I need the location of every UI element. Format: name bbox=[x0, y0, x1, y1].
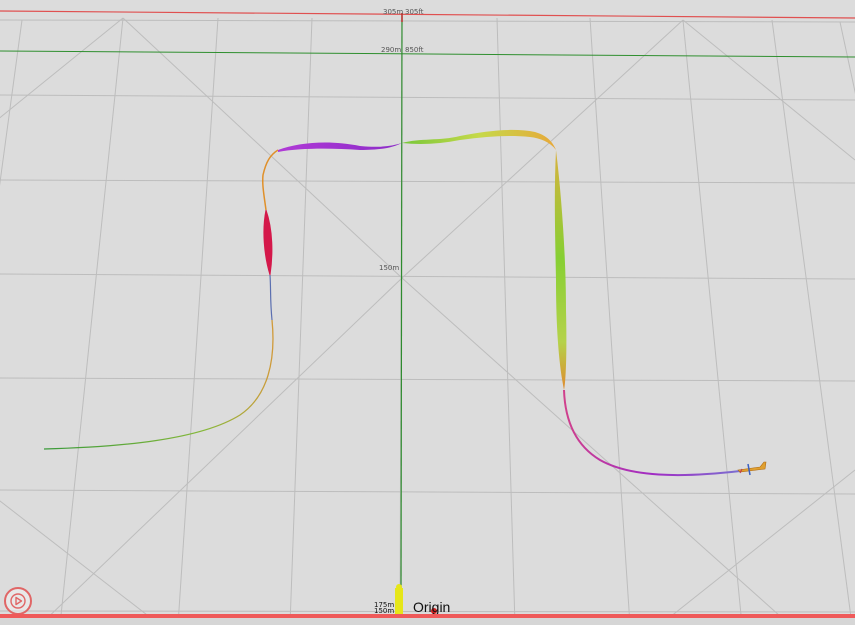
play-icon bbox=[10, 593, 26, 609]
scale-top-distance-alt: 305ft bbox=[405, 8, 424, 16]
scene-canvas[interactable] bbox=[0, 0, 855, 625]
status-strip bbox=[0, 618, 855, 625]
play-button[interactable] bbox=[4, 587, 32, 615]
scale-mid-distance: 290m bbox=[381, 46, 402, 54]
scale-center-distance: 150m bbox=[379, 264, 400, 272]
scale-mid-distance-alt: 850ft bbox=[405, 46, 424, 54]
background bbox=[0, 0, 855, 625]
origin-label: Origin bbox=[413, 599, 451, 615]
scale-top-distance: 305m bbox=[383, 8, 404, 16]
flight-3d-view[interactable]: 305m 305ft 290m 850ft 150m 175m 150m Ori… bbox=[0, 0, 855, 625]
